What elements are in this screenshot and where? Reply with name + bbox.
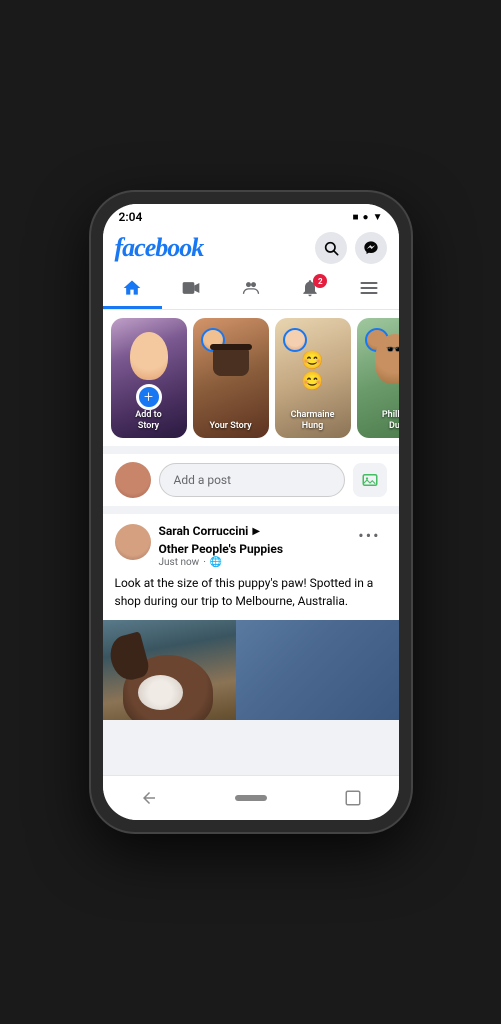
- phone-screen: 2:04 ■ ● ▼ facebook: [103, 204, 399, 820]
- story-phillip[interactable]: 🕶️ PhillipDu: [357, 318, 399, 438]
- messenger-icon: [363, 240, 379, 256]
- nav-tab-groups[interactable]: [221, 270, 280, 309]
- current-user-avatar: [115, 462, 151, 498]
- nav-tab-video[interactable]: [162, 270, 221, 309]
- post-privacy-icon: 🌐: [210, 557, 222, 568]
- post-card: Sarah Corruccini ▶ Other People's Puppie…: [103, 514, 399, 720]
- post-author-info: Sarah Corruccini ▶ Other People's Puppie…: [115, 524, 353, 568]
- story-phillip-label: PhillipDu: [357, 410, 399, 432]
- messenger-button[interactable]: [355, 232, 387, 264]
- story-add[interactable]: + Add toStory: [111, 318, 187, 438]
- home-icon: [122, 278, 142, 298]
- post-author-name: Sarah Corruccini: [159, 524, 249, 538]
- story-add-label: Add toStory: [111, 410, 187, 432]
- overview-icon: [344, 789, 362, 807]
- notification-badge: 2: [313, 274, 327, 288]
- post-options-button[interactable]: •••: [352, 524, 386, 547]
- status-time: 2:04: [119, 210, 143, 224]
- post-timestamp: Just now: [159, 557, 200, 568]
- status-icons: ■ ● ▼: [353, 212, 383, 223]
- back-icon: [140, 789, 158, 807]
- header-icons: [315, 232, 387, 264]
- nav-tab-notifications[interactable]: 2: [280, 270, 339, 309]
- bottom-navigation: [103, 775, 399, 820]
- menu-icon: [359, 278, 379, 298]
- nav-tabs: 2: [103, 270, 399, 310]
- main-content: + Add toStory Your Story 😊�: [103, 310, 399, 775]
- nav-tab-menu[interactable]: [339, 270, 398, 309]
- story-yours-label: Your Story: [193, 421, 269, 432]
- add-post-input[interactable]: Add a post: [159, 463, 345, 497]
- photo-icon: [361, 471, 379, 489]
- search-button[interactable]: [315, 232, 347, 264]
- app-header: facebook: [103, 228, 399, 270]
- battery-icon: ▼: [373, 212, 383, 223]
- wifi-icon: ●: [363, 212, 369, 223]
- story-charmaine[interactable]: 😊😊 CharmaineHung: [275, 318, 351, 438]
- story-yours[interactable]: Your Story: [193, 318, 269, 438]
- phone-frame: 2:04 ■ ● ▼ facebook: [91, 192, 411, 832]
- story-charmaine-label: CharmaineHung: [275, 410, 351, 432]
- video-icon: [181, 278, 201, 298]
- signal-icon: ■: [353, 212, 359, 223]
- post-group-name: Other People's Puppies: [159, 542, 284, 556]
- post-text: Look at the size of this puppy's paw! Sp…: [103, 574, 399, 620]
- stories-section: + Add toStory Your Story 😊�: [103, 310, 399, 446]
- overview-button[interactable]: [339, 784, 367, 812]
- add-post-section: Add a post: [103, 454, 399, 506]
- post-dot: ·: [203, 557, 206, 568]
- back-button[interactable]: [135, 784, 163, 812]
- facebook-logo: facebook: [115, 233, 204, 263]
- status-bar: 2:04 ■ ● ▼: [103, 204, 399, 228]
- post-arrow-icon: ▶: [252, 526, 260, 537]
- search-icon: [323, 240, 339, 256]
- post-author-avatar: [115, 524, 151, 560]
- add-story-btn[interactable]: +: [136, 384, 162, 410]
- home-indicator[interactable]: [235, 795, 267, 801]
- add-photo-button[interactable]: [353, 463, 387, 497]
- post-meta: Just now · 🌐: [159, 557, 353, 568]
- post-image: [103, 620, 399, 720]
- nav-tab-home[interactable]: [103, 270, 162, 309]
- groups-icon: [241, 278, 261, 298]
- post-header: Sarah Corruccini ▶ Other People's Puppie…: [103, 514, 399, 574]
